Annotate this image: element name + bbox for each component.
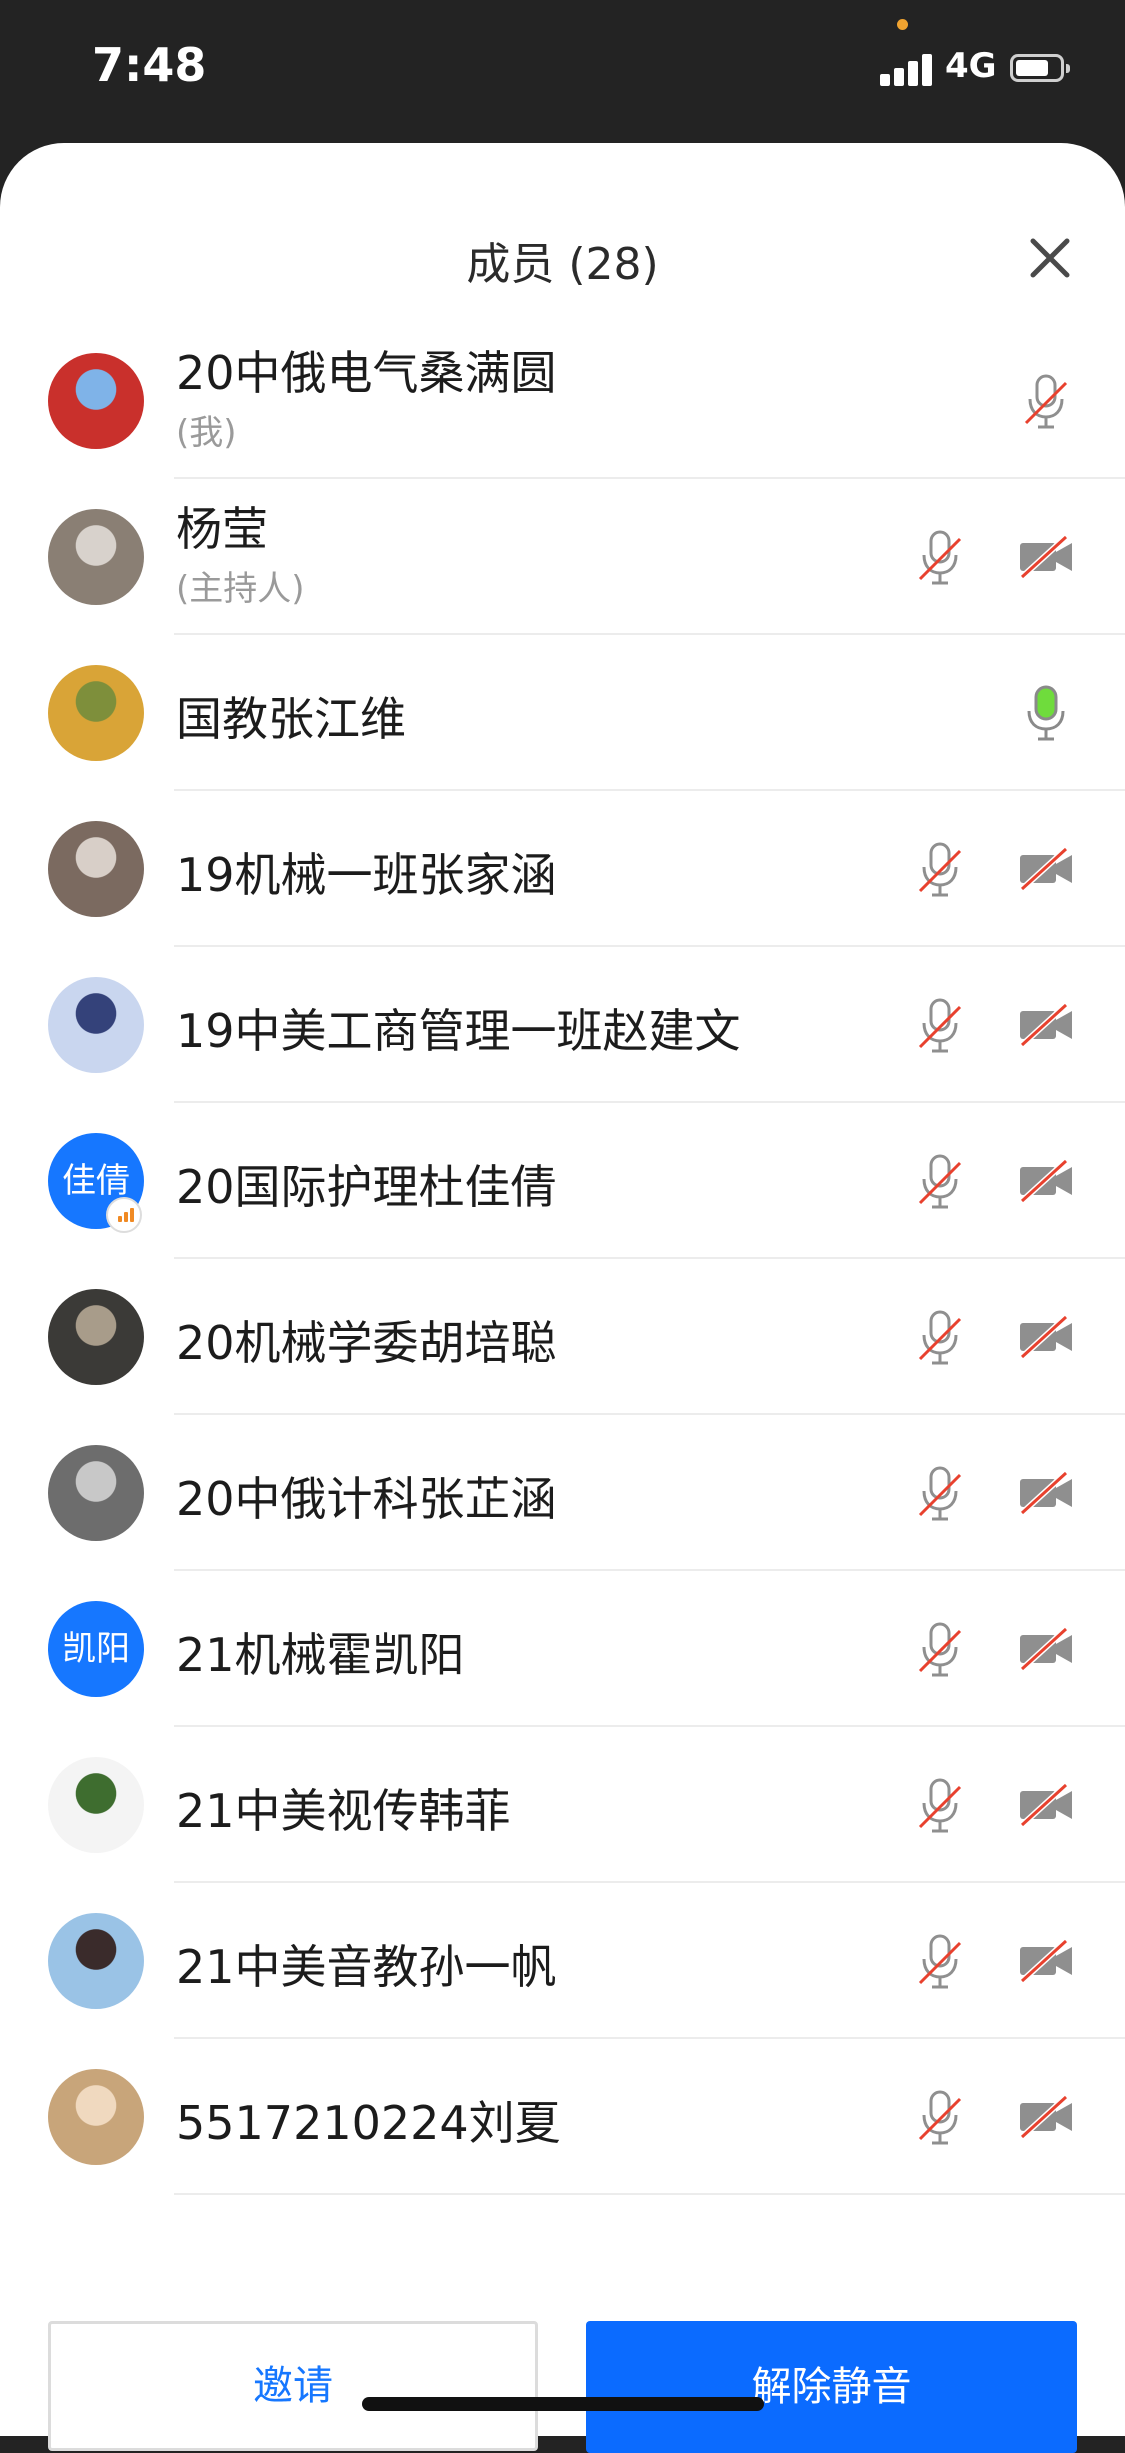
audio-level-badge-icon: [106, 1197, 142, 1233]
member-row[interactable]: 20机械学委胡培聪: [0, 1259, 1125, 1415]
member-row[interactable]: 19机械一班张家涵: [0, 791, 1125, 947]
avatar: [48, 1445, 144, 1541]
member-name: 19机械一班张家涵: [176, 848, 557, 902]
member-name: 21中美视传韩菲: [176, 1784, 511, 1838]
camera-off-icon[interactable]: [1016, 527, 1076, 587]
member-role: (主持人): [176, 569, 305, 609]
member-role: (我): [176, 413, 237, 453]
members-sheet: 成员 (28) 20中俄电气桑满圆 (我) 杨莹 (主持人) 国教张江维 19机械一班张家…: [0, 143, 1125, 2453]
avatar-initials: 凯阳: [48, 1601, 144, 1697]
member-name: 20中俄计科张芷涵: [176, 1472, 557, 1526]
member-row[interactable]: 20中俄电气桑满圆 (我): [0, 323, 1125, 479]
microphone-muted-icon[interactable]: [910, 2087, 970, 2147]
avatar: [48, 821, 144, 917]
member-row[interactable]: 凯阳 21机械霍凯阳: [0, 1571, 1125, 1727]
member-name: 20国际护理杜佳倩: [176, 1160, 557, 1214]
close-button[interactable]: [1025, 233, 1075, 283]
member-name: 21中美音教孙一帆: [176, 1940, 557, 1994]
member-row[interactable]: 杨莹 (主持人): [0, 479, 1125, 635]
camera-off-icon[interactable]: [1016, 1619, 1076, 1679]
camera-off-icon[interactable]: [1016, 2087, 1076, 2147]
member-name: 21机械霍凯阳: [176, 1628, 465, 1682]
camera-off-icon[interactable]: [1016, 995, 1076, 1055]
camera-off-icon[interactable]: [1016, 1151, 1076, 1211]
microphone-muted-icon[interactable]: [910, 1151, 970, 1211]
member-row[interactable]: 19中美工商管理一班赵建文: [0, 947, 1125, 1103]
avatar: [48, 353, 144, 449]
network-type: 4G: [945, 46, 997, 86]
status-bar: 7:48 4G: [0, 0, 1125, 140]
microphone-active-icon[interactable]: [1016, 683, 1076, 743]
page-title: 成员 (28): [466, 239, 659, 290]
avatar: [48, 509, 144, 605]
microphone-muted-icon[interactable]: [910, 839, 970, 899]
avatar: [48, 665, 144, 761]
member-name: 20中俄电气桑满圆: [176, 346, 557, 400]
camera-off-icon[interactable]: [1016, 1307, 1076, 1367]
member-row[interactable]: 5517210224刘夏: [0, 2039, 1125, 2195]
camera-off-icon[interactable]: [1016, 1931, 1076, 1991]
member-row[interactable]: 国教张江维: [0, 635, 1125, 791]
microphone-muted-icon[interactable]: [910, 1775, 970, 1835]
member-list[interactable]: 20中俄电气桑满圆 (我) 杨莹 (主持人) 国教张江维 19机械一班张家涵 19中美工商管…: [0, 323, 1125, 2308]
home-indicator[interactable]: [362, 2397, 764, 2411]
camera-off-icon[interactable]: [1016, 1775, 1076, 1835]
member-row[interactable]: 21中美视传韩菲: [0, 1727, 1125, 1883]
avatar: [48, 1289, 144, 1385]
member-name: 国教张江维: [176, 692, 406, 746]
status-time: 7:48: [92, 38, 207, 92]
avatar: [48, 1913, 144, 2009]
member-name: 5517210224刘夏: [176, 2096, 561, 2150]
microphone-muted-icon[interactable]: [910, 527, 970, 587]
close-icon: [1030, 238, 1070, 278]
microphone-muted-icon[interactable]: [1016, 371, 1076, 431]
member-name: 杨莹: [176, 502, 268, 556]
camera-off-icon[interactable]: [1016, 839, 1076, 899]
member-row[interactable]: 21中美音教孙一帆: [0, 1883, 1125, 2039]
signal-strength-icon: [880, 52, 936, 86]
member-row[interactable]: 佳倩 20国际护理杜佳倩: [0, 1103, 1125, 1259]
bottom-actions: 邀请 解除静音: [0, 2321, 1125, 2453]
avatar: [48, 1757, 144, 1853]
avatar: [48, 2069, 144, 2165]
microphone-muted-icon[interactable]: [910, 1307, 970, 1367]
invite-button[interactable]: 邀请: [48, 2321, 538, 2451]
microphone-muted-icon[interactable]: [910, 1931, 970, 1991]
unmute-all-button[interactable]: 解除静音: [586, 2321, 1077, 2453]
avatar: [48, 977, 144, 1073]
row-divider: [174, 2193, 1125, 2195]
member-name: 19中美工商管理一班赵建文: [176, 1004, 741, 1058]
microphone-muted-icon[interactable]: [910, 1463, 970, 1523]
camera-off-icon[interactable]: [1016, 1463, 1076, 1523]
battery-icon: [1010, 54, 1070, 82]
microphone-muted-icon[interactable]: [910, 995, 970, 1055]
privacy-indicator-dot: [897, 19, 908, 30]
microphone-muted-icon[interactable]: [910, 1619, 970, 1679]
member-name: 20机械学委胡培聪: [176, 1316, 557, 1370]
member-row[interactable]: 20中俄计科张芷涵: [0, 1415, 1125, 1571]
